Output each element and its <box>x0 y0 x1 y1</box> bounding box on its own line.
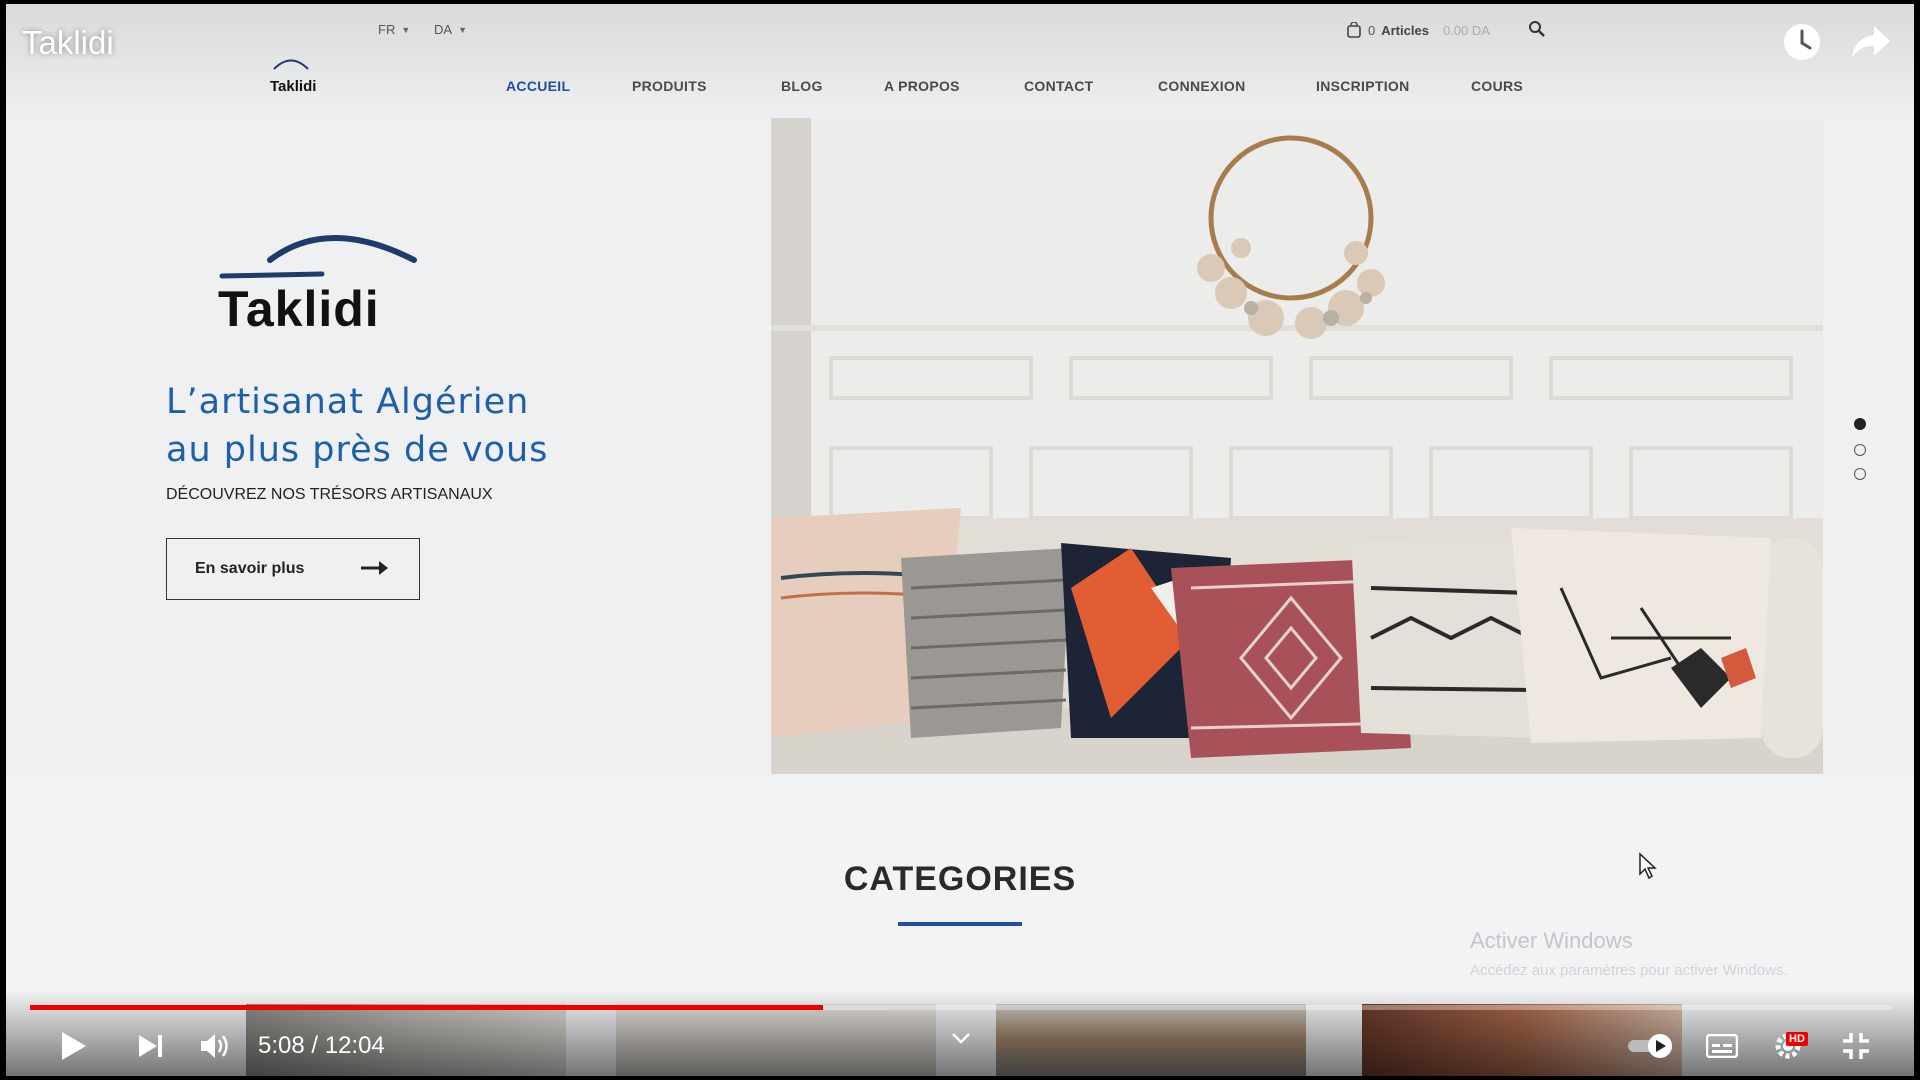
chevron-down-icon <box>952 1033 970 1044</box>
website-viewport: FR ▼ DA ▼ 0 Articles 0.00 DA Taklidi ACC… <box>6 4 1914 1076</box>
slide-indicator-3[interactable] <box>1854 468 1866 480</box>
arrow-right-icon <box>361 561 388 575</box>
cart-icon <box>1347 22 1361 38</box>
play-button[interactable] <box>56 1026 92 1066</box>
subtitles-icon <box>1706 1034 1738 1058</box>
hero-title-line-2: au plus près de vous <box>166 430 549 470</box>
subtitles-button[interactable] <box>1704 1026 1740 1066</box>
logo-roof-mark <box>219 235 417 279</box>
progress-played <box>30 1005 824 1010</box>
nav-item-inscription[interactable]: INSCRIPTION <box>1316 78 1410 94</box>
cart-count: 0 <box>1368 22 1376 38</box>
nav-item-accueil[interactable]: ACCUEIL <box>506 78 570 94</box>
cart-summary[interactable]: 0 Articles 0.00 DA <box>1346 22 1490 38</box>
windows-activation-subtitle: Accédez aux paramètres pour activer Wind… <box>1470 962 1788 979</box>
nav-item-contact[interactable]: CONTACT <box>1024 78 1094 94</box>
next-icon <box>139 1035 162 1057</box>
learn-more-button[interactable]: En savoir plus <box>166 538 420 600</box>
search-icon <box>1529 21 1545 37</box>
chevron-down-icon: ▼ <box>458 24 467 35</box>
clock-icon <box>1784 24 1820 60</box>
fullscreen-exit-button[interactable] <box>1838 1026 1874 1066</box>
currency-selector[interactable]: DA ▼ <box>434 22 467 37</box>
watch-later-button[interactable] <box>1782 22 1822 62</box>
slide-indicator-1[interactable] <box>1854 418 1866 430</box>
nav-item-cours[interactable]: COURS <box>1471 78 1523 94</box>
main-navigation: ACCUEIL PRODUITS BLOG A PROPOS CONTACT C… <box>6 78 1914 102</box>
share-icon <box>1852 26 1890 58</box>
autoplay-icon <box>1628 1034 1672 1058</box>
slide-indicator-2[interactable] <box>1854 444 1866 456</box>
cart-label: Articles <box>1381 22 1429 38</box>
hero-slider: Taklidi L’artisanat Algérien au plus prè… <box>6 118 1914 776</box>
next-button[interactable] <box>134 1026 168 1066</box>
learn-more-label: En savoir plus <box>195 560 305 577</box>
fullscreen-exit-icon <box>1843 1033 1869 1059</box>
volume-button[interactable] <box>196 1026 234 1066</box>
language-value: FR <box>378 22 396 37</box>
categories-underline <box>898 922 1022 926</box>
chevron-down-icon: ▼ <box>401 24 411 35</box>
share-button[interactable] <box>1850 24 1892 62</box>
hero-image <box>771 118 1823 774</box>
autoplay-toggle[interactable] <box>1626 1026 1674 1066</box>
search-button[interactable] <box>1528 20 1546 38</box>
play-icon <box>62 1032 86 1060</box>
hero-title-line-1: L’artisanat Algérien <box>166 382 530 422</box>
nav-item-a-propos[interactable]: A PROPOS <box>884 78 960 94</box>
video-title[interactable]: Taklidi <box>22 24 114 62</box>
hero-subtitle: DÉCOUVREZ NOS TRÉSORS ARTISANAUX <box>166 486 493 503</box>
nav-item-connexion[interactable]: CONNEXION <box>1158 78 1246 94</box>
logo-roof-mark <box>273 59 309 70</box>
categories-heading: CATEGORIES <box>843 860 1077 898</box>
language-selector[interactable]: FR ▼ <box>378 22 410 37</box>
hero-title: L’artisanat Algérien au plus près de vou… <box>166 378 646 474</box>
nav-item-blog[interactable]: BLOG <box>781 78 823 94</box>
currency-value: DA <box>434 22 453 37</box>
hero-logo: Taklidi <box>218 226 418 346</box>
nav-item-produits[interactable]: PRODUITS <box>632 78 707 94</box>
time-display: 5:08 / 12:04 <box>258 1032 385 1059</box>
hd-badge: HD <box>1786 1032 1808 1046</box>
cart-total: 0.00 DA <box>1442 22 1490 38</box>
mouse-cursor-icon <box>1638 852 1658 880</box>
hero-logo-text: Taklidi <box>218 281 380 337</box>
site-header: FR ▼ DA ▼ 0 Articles 0.00 DA Taklidi ACC… <box>6 4 1914 118</box>
windows-activation-title: Activer Windows <box>1470 928 1633 953</box>
volume-icon <box>201 1034 228 1058</box>
living-room-photo <box>771 118 1823 774</box>
chapters-toggle[interactable] <box>950 1030 972 1046</box>
